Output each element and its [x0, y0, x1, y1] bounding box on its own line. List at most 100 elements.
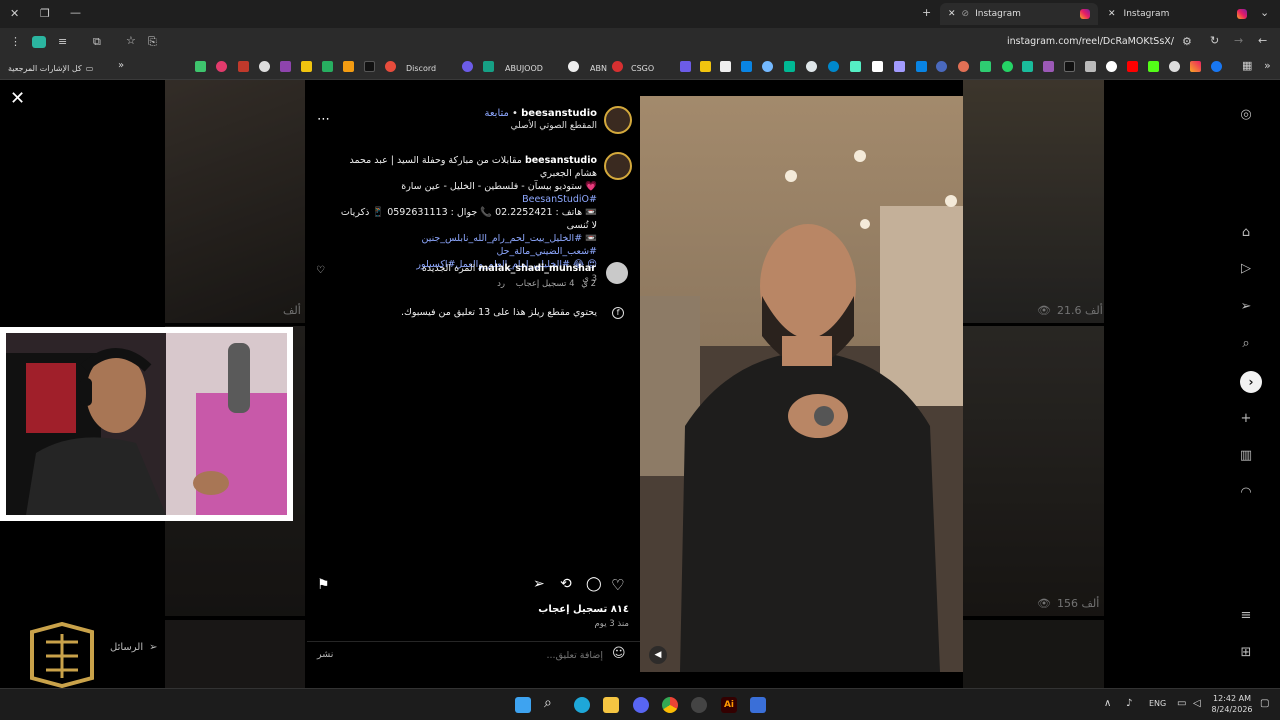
close-modal-icon[interactable]: ✕ [10, 88, 25, 109]
bookmark-abujood[interactable]: ABUJOOD [505, 60, 543, 76]
chevron-more-icon[interactable]: » [118, 60, 124, 71]
forward-icon[interactable]: → [1234, 34, 1243, 47]
bookmark-favicon-icon[interactable] [762, 61, 773, 72]
volume-icon[interactable]: ◁ [1193, 698, 1201, 709]
bookmark-favicon-icon[interactable] [1043, 61, 1054, 72]
hashtag-link[interactable]: 📼 #الخليل_بيت_لحم_رام_الله_نابلس_جنين #ش… [335, 232, 597, 258]
bookmark-favicon-icon[interactable] [216, 61, 227, 72]
install-app-icon[interactable]: ⎘ [148, 35, 157, 49]
bookmark-favicon-icon[interactable] [980, 61, 991, 72]
illustrator-icon[interactable]: Ai [721, 697, 737, 713]
close-window-icon[interactable]: ✕ [10, 7, 19, 20]
tiktok-icon[interactable] [364, 61, 375, 72]
bookmark-favicon-icon[interactable] [806, 61, 817, 72]
comment-icon[interactable]: ◯ [586, 576, 602, 592]
messages-icon[interactable]: ➢ [1238, 299, 1254, 315]
bookmark-favicon-icon[interactable] [322, 61, 333, 72]
share-icon[interactable]: ➢ [533, 576, 545, 592]
bookmark-abn[interactable]: ABN [590, 60, 607, 76]
create-icon[interactable]: + [1238, 411, 1254, 427]
app-icon[interactable] [691, 697, 707, 713]
back-icon[interactable]: ← [1258, 34, 1267, 47]
bookmark-favicon-icon[interactable] [568, 61, 579, 72]
bookmark-favicon-icon[interactable] [238, 61, 249, 72]
close-tab-icon[interactable]: ✕ [948, 9, 956, 19]
bookmark-favicon-icon[interactable] [700, 61, 711, 72]
apps-grid-icon[interactable]: ▦ [1242, 59, 1252, 72]
bookmark-favicon-icon[interactable] [612, 61, 623, 72]
bookmark-discord[interactable]: Discord [406, 60, 436, 76]
also-from-meta-icon[interactable]: ⊞ [1238, 645, 1254, 661]
x-icon[interactable] [1064, 61, 1075, 72]
kick-icon[interactable] [1148, 61, 1159, 72]
minimize-window-icon[interactable]: — [70, 6, 81, 19]
bookmark-favicon-icon[interactable] [280, 61, 291, 72]
more-options-icon[interactable]: ⋯ [317, 112, 330, 127]
bookmark-favicon-icon[interactable] [784, 61, 795, 72]
dashboard-icon[interactable]: ▥ [1238, 448, 1254, 464]
whatsapp-icon[interactable] [1002, 61, 1013, 72]
avatar[interactable] [604, 106, 632, 134]
reply-button[interactable]: رد [497, 279, 505, 289]
bookmark-favicon-icon[interactable] [872, 61, 883, 72]
start-icon[interactable] [515, 697, 531, 713]
audio-label[interactable]: المقطع الصوتي الأصلي [387, 121, 597, 131]
add-comment-input[interactable] [367, 647, 603, 663]
network-icon[interactable]: ▭ [1177, 698, 1186, 709]
chevron-more-icon[interactable]: » [1264, 59, 1271, 72]
bookmark-favicon-icon[interactable] [850, 61, 861, 72]
bookmark-favicon-icon[interactable] [301, 61, 312, 72]
bookmark-favicon-icon[interactable] [916, 61, 927, 72]
search-icon[interactable]: ⌕ [544, 695, 552, 711]
site-settings-icon[interactable]: ⚙ [1182, 35, 1192, 48]
customize-icon[interactable]: ≡ [58, 35, 67, 48]
address-bar[interactable]: instagram.com/reel/DcRaMOKtSsX/ [960, 36, 1174, 47]
bookmark-favicon-icon[interactable] [259, 61, 270, 72]
tab-instagram-active[interactable]: ✕ ⊘ Instagram [940, 3, 1098, 25]
emoji-icon[interactable]: ☺ [612, 646, 626, 661]
bookmark-favicon-icon[interactable] [720, 61, 731, 72]
comment-likes[interactable]: 4 تسجيل إعجاب [516, 279, 575, 289]
reels-icon[interactable]: ▷ [1238, 261, 1254, 277]
menu-kebab-icon[interactable]: ⋮ [10, 35, 21, 48]
facebook-comments-note[interactable]: يحتوي مقطع ريلز هذا على 13 تعليق من فيسب… [347, 307, 597, 318]
more-menu-icon[interactable]: ≡ [1238, 608, 1254, 624]
hashtag-link[interactable]: #BeesanStudiO [522, 194, 597, 205]
threads-icon[interactable] [1169, 61, 1180, 72]
like-comment-icon[interactable]: ♡ [316, 265, 325, 276]
search-icon[interactable]: ⌕ [1238, 336, 1254, 352]
avatar[interactable] [604, 152, 632, 180]
mute-icon[interactable]: ◀ [649, 646, 667, 664]
mute-tab-icon[interactable]: ⊘ [962, 9, 970, 19]
file-explorer-icon[interactable] [603, 697, 619, 713]
bookmark-favicon-icon[interactable] [195, 61, 206, 72]
threads-icon[interactable]: ◠ [1238, 485, 1254, 501]
avatar[interactable] [606, 262, 628, 284]
google-icon[interactable] [1106, 61, 1117, 72]
bookmark-favicon-icon[interactable] [385, 61, 396, 72]
chrome-icon[interactable] [662, 697, 678, 713]
bookmark-favicon-icon[interactable] [1085, 61, 1096, 72]
bookmark-star-icon[interactable]: ☆ [126, 34, 136, 47]
discord-icon[interactable] [633, 697, 649, 713]
bookmark-favicon-icon[interactable] [343, 61, 354, 72]
all-bookmarks-button[interactable]: كل الإشارات المرجعية ▭ [8, 60, 93, 76]
next-post-button[interactable]: › [1240, 371, 1262, 393]
language-indicator[interactable]: ENG [1149, 699, 1166, 708]
messages-button[interactable]: الرسائل ➢ [110, 636, 158, 658]
bookmark-favicon-icon[interactable] [483, 61, 494, 72]
post-comment-button[interactable]: نشر [317, 649, 333, 660]
reload-icon[interactable]: ↻ [1210, 34, 1219, 47]
restore-window-icon[interactable]: ❐ [40, 7, 50, 20]
like-icon[interactable]: ♡ [611, 576, 624, 594]
notifications-icon[interactable]: ▢ [1260, 698, 1269, 709]
instagram-logo-icon[interactable]: ◎ [1238, 107, 1254, 123]
caption-username[interactable]: beesanstudio [525, 155, 597, 166]
username-link[interactable]: beesanstudio [521, 108, 597, 119]
bookmark-favicon-icon[interactable] [741, 61, 752, 72]
facebook-icon[interactable] [1211, 61, 1222, 72]
show-hidden-icons-icon[interactable]: ∧ [1104, 698, 1111, 709]
microphone-icon[interactable]: ♪ [1126, 698, 1132, 709]
instagram-icon[interactable] [1190, 61, 1201, 72]
home-icon[interactable]: ⌂ [1238, 225, 1254, 241]
